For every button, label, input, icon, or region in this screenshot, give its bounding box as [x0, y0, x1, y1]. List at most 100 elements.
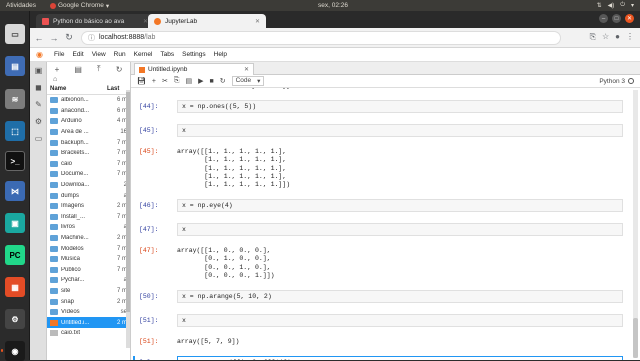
kernel-indicator[interactable]: Python 3: [599, 78, 634, 85]
folder-row[interactable]: Vídeos se: [47, 307, 130, 318]
chrome-dock-icon[interactable]: ◉: [1, 341, 25, 361]
screen-icon[interactable]: ▣: [5, 213, 25, 233]
code-input[interactable]: x: [177, 223, 623, 237]
folder-row[interactable]: dumps a: [47, 190, 130, 201]
folder-row[interactable]: Machine... 2 m: [47, 233, 130, 244]
close-icon[interactable]: ✕: [255, 18, 260, 25]
breadcrumb[interactable]: ⌂: [47, 76, 130, 86]
folder-row[interactable]: albionon... 6 m: [47, 95, 130, 106]
folder-row[interactable]: Docume... 7 m: [47, 169, 130, 180]
folder-row[interactable]: caio 7 m: [47, 159, 130, 170]
code-input[interactable]: x: [177, 124, 623, 138]
code-input[interactable]: x = np.ones((5, 5)): [177, 100, 623, 114]
code-input[interactable]: x = np.arange(5, 10, 2): [177, 290, 623, 303]
database-icon[interactable]: ≋: [5, 89, 25, 109]
menu-file[interactable]: File: [50, 51, 68, 58]
column-last-modified[interactable]: Last: [107, 86, 119, 94]
menu-kernel[interactable]: Kernel: [130, 51, 157, 58]
url-input[interactable]: ⓘ localhost:8888/lab: [81, 30, 561, 45]
refresh-icon[interactable]: ↻: [116, 65, 123, 74]
tabs-icon[interactable]: ▭: [30, 130, 47, 147]
notebook-icon: [139, 66, 145, 73]
profile-icon[interactable]: ●: [615, 32, 620, 42]
pycharm-icon[interactable]: PC: [5, 245, 25, 265]
commands-icon[interactable]: ✎: [30, 96, 47, 113]
property-inspector-icon[interactable]: ⚙: [30, 113, 47, 130]
code-input[interactable]: x: [177, 314, 623, 327]
cut-icon[interactable]: ✂: [162, 77, 168, 85]
cell-type-select[interactable]: Code ▾: [231, 76, 265, 86]
remote-icon[interactable]: ▦: [5, 277, 25, 297]
stop-icon[interactable]: ■: [209, 78, 213, 85]
maximize-icon[interactable]: □: [612, 14, 621, 23]
folder-row[interactable]: Música 7 m: [47, 254, 130, 265]
folder-row[interactable]: Imagens 2 m: [47, 201, 130, 212]
code-input[interactable]: x = np.array([[1, 2, 3]]*10): [177, 356, 623, 360]
terminal-icon[interactable]: >_: [5, 151, 25, 171]
upload-icon[interactable]: ⤒: [97, 64, 101, 74]
folder-row[interactable]: Arduino 4 m: [47, 116, 130, 127]
code-input[interactable]: x = np.eye(4): [177, 199, 623, 213]
menu-run[interactable]: Run: [110, 51, 130, 58]
folder-row[interactable]: Público 7 m: [47, 265, 130, 276]
menu-tabs[interactable]: Tabs: [156, 51, 178, 58]
menu-help[interactable]: Help: [210, 51, 231, 58]
back-icon[interactable]: ←: [33, 33, 45, 43]
new-folder-icon[interactable]: ▤: [74, 65, 82, 74]
insert-cell-icon[interactable]: +: [152, 78, 156, 85]
folder-row[interactable]: Pychar... a: [47, 275, 130, 286]
folder-row[interactable]: backuph... 7 m: [47, 137, 130, 148]
app-menu[interactable]: Google Chrome ▾: [50, 2, 109, 10]
menu-kebab-icon[interactable]: ⋮: [626, 32, 634, 42]
close-window-icon[interactable]: ✕: [625, 14, 634, 23]
file-name: Público: [61, 266, 81, 273]
menu-edit[interactable]: Edit: [68, 51, 87, 58]
vscode-icon[interactable]: ⋈: [5, 181, 25, 201]
folder-row[interactable]: livros a: [47, 222, 130, 233]
paste-icon[interactable]: ▤: [185, 77, 192, 85]
run-icon[interactable]: ▶: [198, 77, 203, 85]
clock[interactable]: sex, 02:26: [318, 2, 348, 9]
settings-icon[interactable]: ⚙: [5, 309, 25, 329]
file-row[interactable]: Untitled.i... 2 m: [47, 317, 130, 329]
writer-icon[interactable]: ▤: [5, 56, 25, 76]
translate-icon[interactable]: ⎘: [590, 32, 596, 42]
activities-button[interactable]: Atividades: [6, 2, 36, 9]
copy-icon[interactable]: ⎘: [174, 77, 180, 85]
folder-row[interactable]: anacond... 6 m: [47, 106, 130, 117]
folder-row[interactable]: Área de ... 16: [47, 127, 130, 138]
files-icon[interactable]: ▭: [5, 24, 25, 44]
minimize-icon[interactable]: –: [599, 14, 608, 23]
forward-icon[interactable]: →: [48, 33, 60, 43]
file-modified: 4 m: [116, 118, 127, 125]
folder-row[interactable]: Brackets... 7 m: [47, 148, 130, 159]
notebook-scrollbar[interactable]: [633, 90, 638, 358]
folder-row[interactable]: Modelos 7 m: [47, 243, 130, 254]
folder-row[interactable]: snap 2 m: [47, 296, 130, 307]
folder-row[interactable]: Install_... 7 m: [47, 212, 130, 223]
system-tray[interactable]: ⇅ ◀) ⏻ ▾: [597, 2, 634, 9]
close-icon[interactable]: ✕: [244, 66, 249, 73]
bookmark-star-icon[interactable]: ☆: [602, 32, 609, 42]
file-modified: 7 m: [116, 213, 127, 220]
new-launcher-icon[interactable]: +: [55, 65, 60, 74]
save-icon[interactable]: 💾︎: [137, 77, 146, 85]
running-icon[interactable]: ◼: [30, 79, 47, 96]
file-modified: 7 m: [116, 245, 127, 252]
folder-icon[interactable]: ▣: [30, 62, 47, 79]
software-icon[interactable]: ⬚: [5, 121, 25, 141]
tab-jupyterlab[interactable]: JupyterLab ✕: [148, 14, 266, 28]
file-list-scrollbar[interactable]: [126, 90, 130, 348]
system-top-bar: Atividades Google Chrome ▾ sex, 02:26 ⇅ …: [0, 0, 640, 11]
reload-icon[interactable]: ↻: [63, 32, 75, 43]
restart-icon[interactable]: ↻: [220, 77, 226, 85]
menu-view[interactable]: View: [88, 51, 110, 58]
folder-row[interactable]: Downloa... 2: [47, 180, 130, 191]
home-icon[interactable]: ⌂: [53, 76, 57, 83]
column-name[interactable]: Name: [47, 86, 107, 94]
menu-settings[interactable]: Settings: [178, 51, 210, 58]
notebook-tab[interactable]: Untitled.ipynb ✕: [134, 63, 254, 75]
folder-row[interactable]: site 7 m: [47, 286, 130, 297]
file-row[interactable]: caio.txt: [47, 328, 130, 339]
tab-course[interactable]: Python do básico ao ava ✕: [36, 14, 154, 28]
